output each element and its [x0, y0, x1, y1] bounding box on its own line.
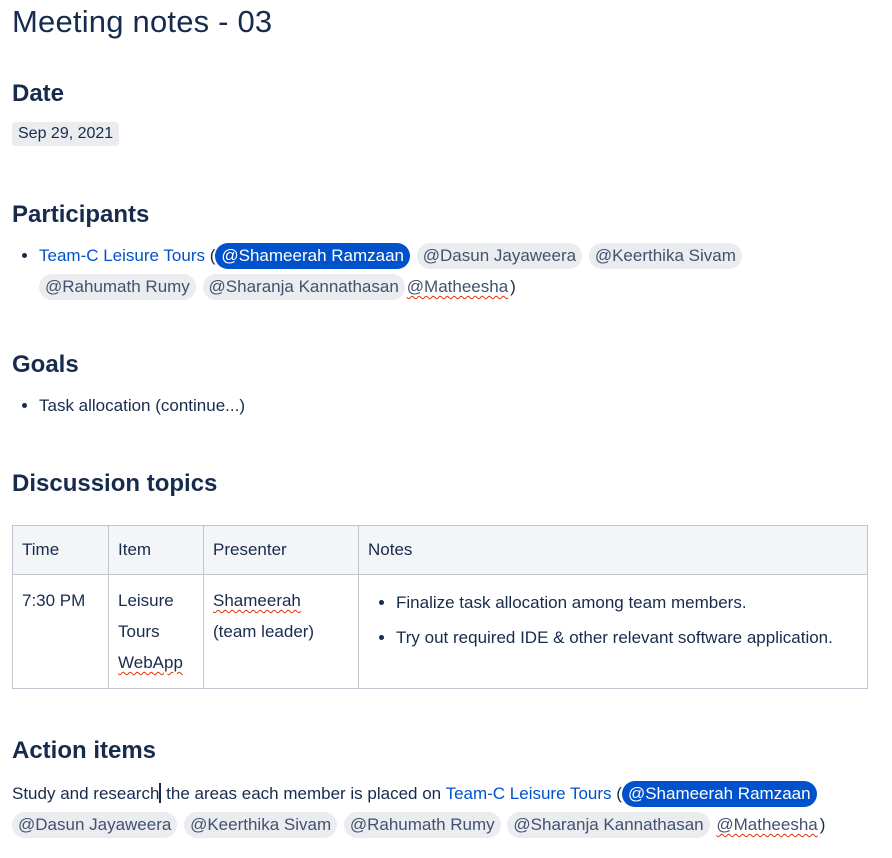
participants-item: Team-C Leisure Tours (@Shameerah Ramzaan… — [39, 240, 889, 302]
item-line: Tours — [118, 622, 160, 641]
mention-matheesha[interactable]: @Matheesha — [407, 274, 508, 300]
action-mention-sharanja[interactable]: @Sharanja Kannathasan — [507, 812, 710, 838]
cell-presenter[interactable]: Shameerah (team leader) — [203, 574, 359, 689]
goals-list: Task allocation (continue...) — [12, 390, 245, 421]
presenter-role: (team leader) — [213, 622, 315, 641]
col-item[interactable]: Item — [108, 525, 204, 575]
open-paren: ( — [204, 246, 216, 265]
action-mention-dasun[interactable]: @Dasun Jayaweera — [12, 812, 178, 838]
table-row: 7:30 PM Leisure Tours WebApp Shameerah (… — [12, 574, 868, 689]
goals-heading: Goals — [12, 351, 79, 378]
participants-list: Team-C Leisure Tours (@Shameerah Ramzaan… — [12, 240, 889, 302]
action-mention-rahumath[interactable]: @Rahumath Rumy — [343, 812, 501, 838]
mention-keerthika[interactable]: @Keerthika Sivam — [588, 243, 742, 269]
participants-heading: Participants — [12, 201, 150, 228]
note-item: Finalize task allocation among team memb… — [396, 585, 858, 620]
page-title[interactable]: Meeting notes - 03 — [12, 4, 272, 40]
action-mention-matheesha[interactable]: @Matheesha — [716, 812, 817, 838]
mention-dasun[interactable]: @Dasun Jayaweera — [416, 243, 583, 269]
mention-sharanja[interactable]: @Sharanja Kannathasan — [202, 274, 405, 300]
close-paren: ) — [819, 815, 826, 834]
action-text: the areas each member is placed on — [161, 784, 446, 803]
presenter-name: Shameerah — [213, 591, 301, 610]
note-item: Try out required IDE & other relevant so… — [396, 620, 858, 655]
col-time[interactable]: Time — [12, 525, 109, 575]
action-team-link[interactable]: Team-C Leisure Tours — [446, 784, 612, 803]
col-notes[interactable]: Notes — [358, 525, 868, 575]
action-mention-keerthika[interactable]: @Keerthika Sivam — [184, 812, 338, 838]
goal-item[interactable]: Task allocation (continue...) — [39, 390, 245, 421]
discussion-heading: Discussion topics — [12, 470, 218, 497]
team-link[interactable]: Team-C Leisure Tours — [39, 246, 205, 265]
cell-time[interactable]: 7:30 PM — [12, 574, 109, 689]
action-items-heading: Action items — [12, 737, 157, 764]
mention-shameerah[interactable]: @Shameerah Ramzaan — [215, 243, 411, 269]
item-line: WebApp — [118, 653, 183, 672]
table-header-row: Time Item Presenter Notes — [12, 525, 868, 575]
open-paren: ( — [611, 784, 622, 803]
cell-item[interactable]: Leisure Tours WebApp — [108, 574, 204, 689]
close-paren: ) — [510, 277, 516, 296]
discussion-table: Time Item Presenter Notes 7:30 PM Leisur… — [12, 525, 868, 689]
col-presenter[interactable]: Presenter — [203, 525, 359, 575]
action-items-paragraph[interactable]: Study and research the areas each member… — [12, 778, 872, 840]
action-mention-shameerah[interactable]: @Shameerah Ramzaan — [621, 781, 817, 807]
cell-notes[interactable]: Finalize task allocation among team memb… — [358, 574, 868, 689]
action-text: Study and research — [12, 784, 160, 803]
date-heading: Date — [12, 80, 65, 107]
date-chip[interactable]: Sep 29, 2021 — [12, 122, 120, 146]
item-line: Leisure — [118, 591, 174, 610]
notes-list: Finalize task allocation among team memb… — [368, 585, 858, 655]
mention-rahumath[interactable]: @Rahumath Rumy — [39, 274, 196, 300]
